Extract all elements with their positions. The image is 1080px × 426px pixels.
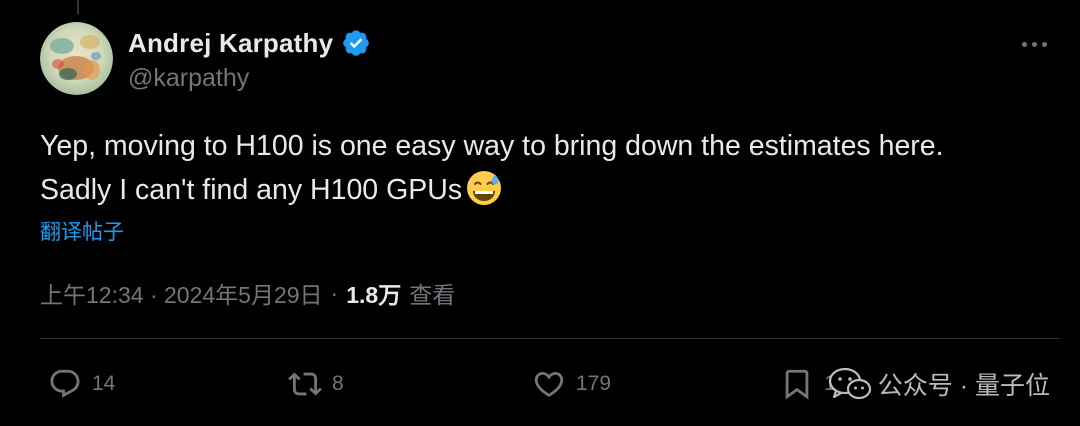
avatar-image-icon bbox=[40, 22, 113, 95]
watermark: 公众号 · 量子位 bbox=[828, 362, 1050, 406]
views-label: 查看 bbox=[409, 282, 456, 308]
repost-button[interactable]: 8 bbox=[288, 360, 344, 408]
heart-icon bbox=[534, 371, 564, 397]
tweet-text-line-1: Yep, moving to H100 is one easy way to b… bbox=[40, 130, 944, 162]
author-block: Andrej Karpathy @karpathy bbox=[128, 26, 371, 93]
tweet-text: Yep, moving to H100 is one easy way to b… bbox=[40, 124, 1050, 212]
avatar[interactable] bbox=[40, 22, 113, 95]
author-display-name[interactable]: Andrej Karpathy bbox=[128, 28, 333, 59]
more-options-icon[interactable] bbox=[1022, 38, 1056, 50]
repost-icon bbox=[288, 372, 322, 396]
tweet-timestamp[interactable]: 上午12:34 · 2024年5月29日 bbox=[40, 276, 323, 310]
divider bbox=[40, 338, 1060, 339]
translate-post-link[interactable]: 翻译帖子 bbox=[40, 216, 124, 246]
bookmark-icon bbox=[785, 369, 809, 400]
watermark-text: 公众号 · 量子位 bbox=[877, 372, 1050, 400]
thread-connector-line bbox=[77, 0, 79, 14]
tweet-text-line-2-content: Sadly I can't find any H100 GPUs bbox=[40, 174, 463, 206]
tweet-meta: 上午12:34 · 2024年5月29日 · 1.8万 查看 bbox=[40, 276, 455, 310]
reply-count: 14 bbox=[92, 372, 116, 395]
wechat-logo-icon bbox=[828, 367, 871, 400]
views-count: 1.8万 bbox=[346, 282, 402, 308]
grinning-face-with-sweat-icon bbox=[467, 171, 502, 205]
tweet-text-line-2: Sadly I can't find any H100 GPUs bbox=[40, 168, 1050, 212]
meta-separator: · bbox=[330, 279, 339, 306]
author-handle[interactable]: @karpathy bbox=[128, 64, 371, 93]
repost-count: 8 bbox=[332, 372, 344, 395]
reply-icon bbox=[50, 369, 80, 398]
reply-button[interactable]: 14 bbox=[48, 360, 115, 408]
display-name-row: Andrej Karpathy bbox=[128, 26, 371, 60]
verified-badge-icon[interactable] bbox=[341, 28, 371, 58]
like-count: 179 bbox=[576, 372, 612, 395]
like-button[interactable]: 179 bbox=[532, 360, 611, 408]
